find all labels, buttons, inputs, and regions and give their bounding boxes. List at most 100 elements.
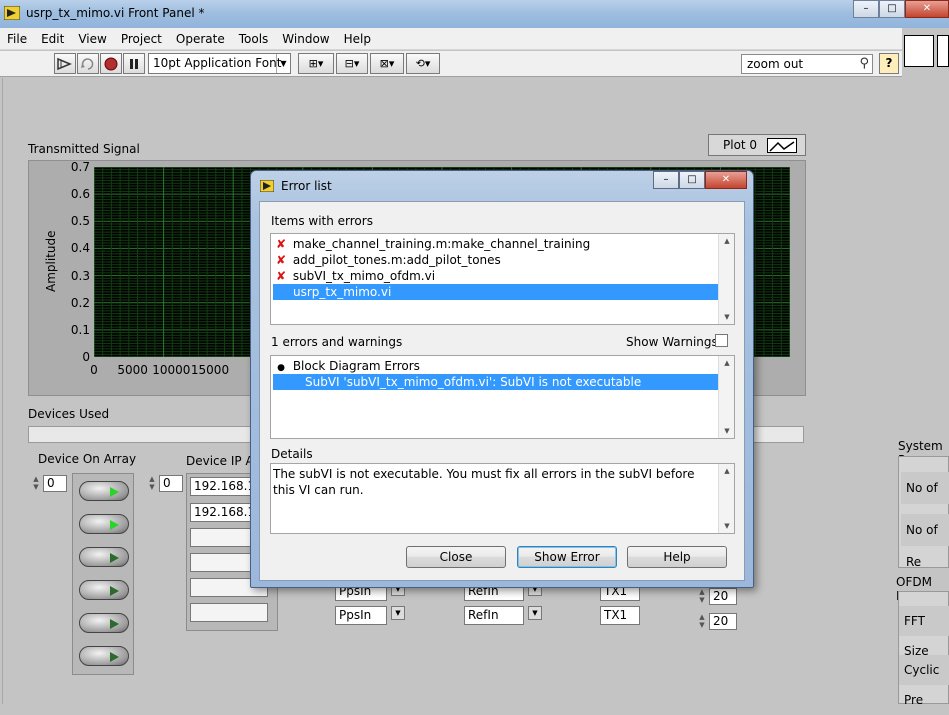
menu-project[interactable]: Project bbox=[114, 32, 169, 46]
error-list-dialog: Error list – □ ✕ Items with errors ✘ mak… bbox=[250, 170, 754, 588]
dialog-close-icon[interactable]: ✕ bbox=[705, 171, 747, 189]
y-tick-label: 0.1 bbox=[70, 322, 90, 337]
pps-source-ring[interactable]: PpsIn bbox=[335, 606, 387, 625]
error-x-icon: ✘ bbox=[275, 237, 287, 251]
font-selector[interactable]: 10pt Application Font ▼ bbox=[148, 53, 291, 74]
show-error-button[interactable]: Show Error bbox=[517, 546, 617, 568]
window-controls: – □ ✕ bbox=[853, 0, 949, 20]
tx-antenna-ring[interactable]: TX1 bbox=[600, 606, 640, 625]
error-item[interactable]: ✘ subVI_tx_mimo_ofdm.vi bbox=[273, 268, 435, 284]
numeric-control[interactable]: 20 bbox=[709, 613, 737, 630]
device-on-array-frame bbox=[72, 473, 134, 675]
error-item-selected[interactable]: usrp_tx_mimo.vi bbox=[273, 284, 718, 300]
plot-legend[interactable]: Plot 0 bbox=[708, 134, 806, 156]
error-item-label: add_pilot_tones.m:add_pilot_tones bbox=[292, 253, 501, 267]
search-icon[interactable]: ⚲ bbox=[859, 55, 869, 73]
error-item-label: make_channel_training.m:make_channel_tra… bbox=[292, 237, 591, 251]
run-continuously-icon[interactable] bbox=[77, 53, 99, 74]
device-on-led-button[interactable] bbox=[79, 514, 129, 534]
spinner-icon[interactable]: ▲ ▼ bbox=[697, 588, 707, 605]
details-text: The subVI is not executable. You must fi… bbox=[273, 467, 695, 497]
ip-index-spinner-icon[interactable]: ▲ ▼ bbox=[147, 475, 157, 492]
details-box[interactable]: The subVI is not executable. You must fi… bbox=[270, 463, 735, 534]
scroll-down-icon[interactable]: ▼ bbox=[719, 519, 735, 533]
labview-app-icon bbox=[260, 180, 274, 192]
ref-source-ring[interactable]: RefIn bbox=[464, 606, 524, 625]
connector-pane-icon[interactable] bbox=[937, 35, 949, 67]
spinner-icon[interactable]: ▲ ▼ bbox=[697, 613, 707, 630]
dialog-title: Error list bbox=[281, 179, 332, 193]
error-item[interactable]: ✘ add_pilot_tones.m:add_pilot_tones bbox=[273, 252, 501, 268]
y-tick-label: 0.6 bbox=[70, 187, 90, 202]
scroll-up-icon[interactable]: ▲ bbox=[719, 356, 735, 370]
scroll-down-icon[interactable]: ▼ bbox=[719, 424, 735, 438]
vi-icon[interactable] bbox=[904, 35, 934, 67]
error-message-selected[interactable]: SubVI 'subVI_tx_mimo_ofdm.vi': SubVI is … bbox=[273, 374, 718, 390]
y-tick-label: 0.5 bbox=[70, 214, 90, 229]
chevron-down-icon: ▼ bbox=[276, 54, 290, 73]
no-of-tx-control[interactable]: No of Tra bbox=[901, 472, 949, 527]
error-item[interactable]: ✘ make_channel_training.m:make_channel_t… bbox=[273, 236, 590, 252]
errors-scrollbar[interactable]: ▲ ▼ bbox=[718, 356, 734, 438]
error-item-label: subVI_tx_mimo_ofdm.vi bbox=[292, 269, 436, 283]
device-on-led-button[interactable] bbox=[79, 580, 129, 600]
dialog-maximize-button[interactable]: □ bbox=[679, 171, 705, 189]
error-group[interactable]: ● Block Diagram Errors bbox=[273, 358, 420, 374]
context-help-button[interactable]: ? bbox=[879, 53, 899, 74]
run-arrow-icon[interactable] bbox=[54, 53, 76, 74]
align-objects-icon[interactable]: ⊞▾ bbox=[298, 53, 334, 74]
items-with-errors-list[interactable]: ✘ make_channel_training.m:make_channel_t… bbox=[270, 233, 735, 325]
index-spinner-icon[interactable]: ▲ ▼ bbox=[31, 475, 41, 492]
led-arrow-icon bbox=[110, 520, 119, 530]
menu-help[interactable]: Help bbox=[337, 32, 378, 46]
device-on-led-button[interactable] bbox=[79, 646, 129, 666]
ring-arrow-icon[interactable]: ▼ bbox=[391, 606, 405, 620]
scroll-up-icon[interactable]: ▲ bbox=[719, 464, 735, 478]
resize-objects-icon[interactable]: ⊠▾ bbox=[370, 53, 404, 74]
cyclic-prefix-control[interactable]: Cyclic Pre bbox=[899, 655, 949, 707]
minimize-button[interactable]: – bbox=[853, 0, 879, 18]
scroll-up-icon[interactable]: ▲ bbox=[719, 234, 735, 248]
device-on-led-button[interactable] bbox=[79, 613, 129, 633]
y-tick-label: 0 bbox=[82, 350, 90, 364]
no-of-rx-control[interactable]: No of Re bbox=[901, 514, 949, 569]
distribute-objects-icon[interactable]: ⊟▾ bbox=[336, 53, 368, 74]
pause-icon[interactable] bbox=[123, 53, 145, 74]
device-on-led-button[interactable] bbox=[79, 547, 129, 567]
close-button[interactable]: Close bbox=[406, 546, 506, 568]
help-button[interactable]: Help bbox=[627, 546, 727, 568]
fft-size-control[interactable]: FFT Size bbox=[899, 606, 949, 658]
led-arrow-icon bbox=[110, 652, 119, 662]
dialog-minimize-button[interactable]: – bbox=[653, 171, 679, 189]
device-on-led-button[interactable] bbox=[79, 481, 129, 501]
menu-tools[interactable]: Tools bbox=[232, 32, 276, 46]
error-message-label: SubVI 'subVI_tx_mimo_ofdm.vi': SubVI is … bbox=[305, 375, 642, 389]
labview-app-icon bbox=[4, 6, 20, 20]
abort-icon[interactable] bbox=[100, 53, 122, 74]
chart-label: Transmitted Signal bbox=[28, 142, 140, 156]
menu-window[interactable]: Window bbox=[275, 32, 336, 46]
search-input[interactable]: zoom out ⚲ bbox=[741, 54, 873, 74]
menu-edit[interactable]: Edit bbox=[34, 32, 71, 46]
menu-file[interactable]: File bbox=[0, 32, 34, 46]
device-ip-field[interactable] bbox=[190, 603, 268, 622]
device-ip-array-index[interactable]: 0 bbox=[159, 475, 183, 492]
close-window-button[interactable]: ✕ bbox=[905, 0, 949, 18]
details-scrollbar[interactable]: ▲ ▼ bbox=[718, 464, 734, 533]
items-scrollbar[interactable]: ▲ ▼ bbox=[718, 234, 734, 324]
plot-legend-label: Plot 0 bbox=[723, 138, 758, 152]
menu-view[interactable]: View bbox=[71, 32, 113, 46]
menu-operate[interactable]: Operate bbox=[169, 32, 232, 46]
led-arrow-icon bbox=[110, 586, 119, 596]
errors-and-warnings-list[interactable]: ● Block Diagram Errors SubVI 'subVI_tx_m… bbox=[270, 355, 735, 439]
reorder-icon[interactable]: ⟲▾ bbox=[406, 53, 440, 74]
maximize-button[interactable]: □ bbox=[879, 0, 905, 18]
device-ip-array-label: Device IP Ar bbox=[186, 454, 259, 468]
led-arrow-icon bbox=[110, 553, 119, 563]
scroll-down-icon[interactable]: ▼ bbox=[719, 310, 735, 324]
numeric-control[interactable]: 20 bbox=[709, 588, 737, 605]
y-tick-label: 0.2 bbox=[70, 295, 90, 310]
show-warnings-checkbox[interactable] bbox=[715, 334, 728, 347]
ring-arrow-icon[interactable]: ▼ bbox=[528, 606, 542, 620]
device-on-array-index[interactable]: 0 bbox=[43, 475, 67, 492]
